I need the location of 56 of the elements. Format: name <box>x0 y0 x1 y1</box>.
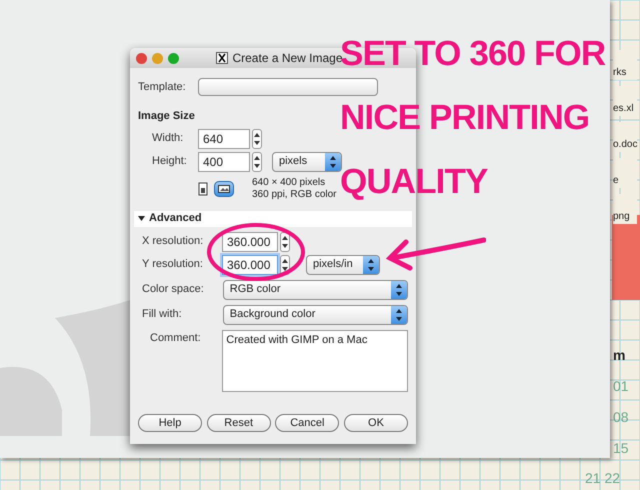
calendar-text: 01 <box>613 377 629 396</box>
portrait-icon[interactable] <box>198 182 208 196</box>
resolution-unit-dropdown[interactable]: pixels/in <box>306 254 380 274</box>
up-down-arrows-icon <box>282 234 288 248</box>
comment-field[interactable]: Created with GIMP on a Mac <box>222 330 408 392</box>
field-label: Y resolution: <box>142 257 204 272</box>
advanced-options-expander[interactable]: Advanced <box>134 210 412 226</box>
width-field[interactable]: 640 <box>198 128 250 148</box>
up-down-arrows-icon <box>330 156 336 168</box>
landscape-icon <box>218 184 230 192</box>
annotation-line: SET TO 360 FOR <box>340 33 606 75</box>
dialog-button[interactable]: Cancel <box>275 414 340 432</box>
landscape-button[interactable] <box>214 180 234 196</box>
field-label: Color space: <box>142 282 205 298</box>
dialog-button[interactable]: OK <box>344 414 408 432</box>
up-down-arrows-icon <box>254 132 260 146</box>
image-info: 640 × 400 pixels <box>252 176 326 188</box>
field-label: Width: <box>152 131 184 146</box>
field-label: Comment: <box>149 330 202 346</box>
close-button[interactable] <box>136 52 147 64</box>
window-title: Create a New Image <box>232 51 343 65</box>
section-heading: Image Size <box>138 109 195 124</box>
field-label: Height: <box>152 154 188 170</box>
dialog-button[interactable]: Reset <box>206 414 271 432</box>
calendar-text: 21 22 <box>585 470 620 486</box>
file-label: o.doc <box>613 122 638 152</box>
spin-button[interactable] <box>252 128 262 148</box>
calendar-text: 15 <box>613 439 629 458</box>
annotation-line: QUALITY <box>340 161 488 203</box>
x-logo-icon <box>216 52 228 64</box>
file-label: png <box>613 194 638 224</box>
template-dropdown[interactable] <box>198 78 378 96</box>
annotation-line: NICE PRINTING <box>340 97 590 139</box>
field-label: X resolution: <box>142 234 204 250</box>
spin-button[interactable] <box>252 152 262 172</box>
field-label: Fill with: <box>142 307 183 322</box>
height-field[interactable]: 400 <box>198 152 250 172</box>
y-resolution-field[interactable]: 360.000 <box>222 254 278 274</box>
file-label: es.xl <box>613 86 638 116</box>
file-label: e <box>613 158 638 188</box>
spin-button[interactable] <box>280 232 290 252</box>
fill-dropdown[interactable]: Background color <box>222 304 408 324</box>
up-down-arrows-icon <box>396 284 402 296</box>
dialog-button[interactable]: Help <box>138 414 202 432</box>
calendar-text: 08 <box>613 408 629 427</box>
file-label: rks <box>613 50 638 80</box>
x-resolution-field[interactable]: 360.000 <box>222 232 278 252</box>
unit-dropdown[interactable]: pixels <box>272 152 342 172</box>
calendar-text: m <box>613 346 626 365</box>
color-space-dropdown[interactable]: RGB color <box>222 280 408 300</box>
image-info: 360 ppi, RGB color <box>252 188 336 200</box>
up-down-arrows-icon <box>396 308 402 320</box>
up-down-arrows-icon <box>254 154 260 168</box>
field-label: Template: <box>138 80 187 95</box>
up-down-arrows-icon <box>368 258 374 270</box>
up-down-arrows-icon <box>282 258 288 272</box>
